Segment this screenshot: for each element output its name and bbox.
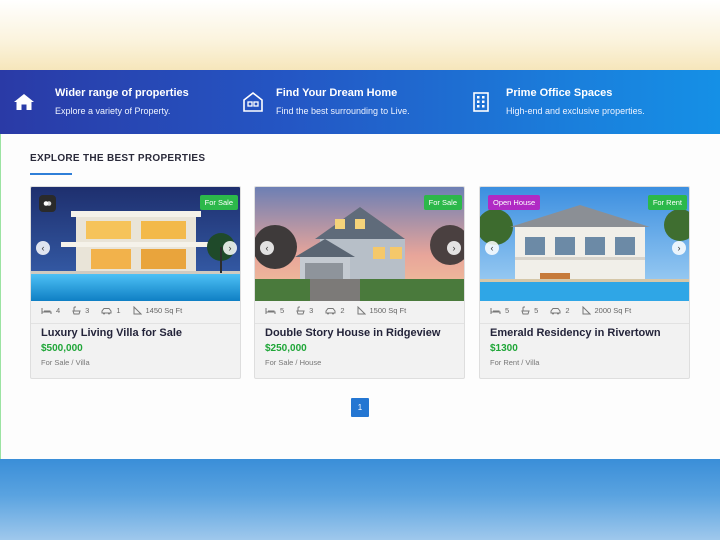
feature-title: Wider range of properties (55, 87, 189, 99)
gallery-icon[interactable] (39, 195, 56, 212)
beds: 5 (490, 306, 509, 315)
property-meta: 4 3 1 1450 Sq Ft (41, 306, 194, 315)
area-icon (357, 306, 366, 315)
property-title[interactable]: Double Story House in Ridgeview (265, 327, 440, 339)
pagination-page-1[interactable]: 1 (351, 398, 369, 417)
bath-icon (521, 306, 530, 315)
beds-count: 5 (280, 306, 285, 315)
baths: 3 (296, 306, 313, 315)
garages: 2 (325, 306, 345, 315)
next-arrow-icon[interactable]: › (447, 241, 461, 255)
feature-office-spaces: Prime Office Spaces High-end and exclusi… (468, 70, 645, 134)
properties-section: EXPLORE THE BEST PROPERTIES For Sale ‹ ›… (0, 134, 720, 459)
bottom-background (0, 459, 720, 540)
car-icon (550, 307, 561, 314)
area: 1500 Sq Ft (357, 306, 407, 315)
bath-icon (72, 306, 81, 315)
garages-count: 2 (565, 306, 570, 315)
bed-icon (490, 307, 501, 314)
property-photo[interactable]: For Sale ‹ › (255, 187, 464, 301)
property-card[interactable]: For Sale ‹ › 5 3 2 1500 Sq Ft Double Sto… (254, 186, 465, 379)
bed-icon (265, 307, 276, 314)
garages-count: 2 (340, 306, 345, 315)
property-category[interactable]: For Sale / Villa (41, 358, 90, 367)
baths-count: 3 (85, 306, 90, 315)
property-price: $250,000 (265, 343, 307, 354)
property-meta: 5 5 2 2000 Sq Ft (490, 306, 643, 315)
property-category[interactable]: For Rent / Villa (490, 358, 539, 367)
area: 1450 Sq Ft (133, 306, 183, 315)
car-icon (101, 307, 112, 314)
section-title: EXPLORE THE BEST PROPERTIES (30, 153, 206, 164)
car-icon (325, 307, 336, 314)
bed-icon (41, 307, 52, 314)
baths: 5 (521, 306, 538, 315)
title-underline (30, 173, 72, 175)
area-value: 1500 Sq Ft (369, 306, 407, 315)
feature-subtitle: High-end and exclusive properties. (506, 106, 645, 116)
next-arrow-icon[interactable]: › (672, 241, 686, 255)
features-banner: Wider range of properties Explore a vari… (0, 70, 720, 134)
status-badge: For Sale (199, 195, 238, 210)
property-title[interactable]: Emerald Residency in Rivertown (490, 327, 661, 339)
feature-title: Find Your Dream Home (276, 87, 398, 99)
status-badge: For Rent (647, 195, 687, 210)
office-building-icon (468, 89, 494, 115)
status-badge: For Sale (423, 195, 462, 210)
property-photo[interactable]: For Sale ‹ › (31, 187, 240, 301)
baths: 3 (72, 306, 89, 315)
prev-arrow-icon[interactable]: ‹ (260, 241, 274, 255)
top-background (0, 0, 720, 70)
garages: 2 (550, 306, 570, 315)
feature-wider-range: Wider range of properties Explore a vari… (11, 70, 189, 134)
area: 2000 Sq Ft (582, 306, 632, 315)
bath-icon (296, 306, 305, 315)
property-title[interactable]: Luxury Living Villa for Sale (41, 327, 182, 339)
area-value: 1450 Sq Ft (145, 306, 183, 315)
open-house-badge: Open House (488, 195, 541, 210)
divider (31, 323, 240, 324)
beds: 5 (265, 306, 284, 315)
divider (255, 323, 464, 324)
property-photo[interactable]: Open House For Rent ‹ › (480, 187, 689, 301)
property-category[interactable]: For Sale / House (265, 358, 321, 367)
prev-arrow-icon[interactable]: ‹ (36, 241, 50, 255)
area-icon (133, 306, 142, 315)
home-icon (11, 89, 37, 115)
area-value: 2000 Sq Ft (594, 306, 632, 315)
beds-count: 4 (56, 306, 61, 315)
garages-count: 1 (116, 306, 121, 315)
feature-subtitle: Explore a variety of Property. (55, 106, 171, 116)
property-meta: 5 3 2 1500 Sq Ft (265, 306, 418, 315)
garages: 1 (101, 306, 121, 315)
beds-count: 5 (505, 306, 510, 315)
divider (480, 323, 689, 324)
property-card[interactable]: For Sale ‹ › 4 3 1 1450 Sq Ft Luxury Liv… (30, 186, 241, 379)
property-price: $500,000 (41, 343, 83, 354)
baths-count: 5 (534, 306, 539, 315)
house-search-icon (240, 89, 266, 115)
property-card[interactable]: Open House For Rent ‹ › 5 5 2 2000 Sq Ft… (479, 186, 690, 379)
beds: 4 (41, 306, 60, 315)
prev-arrow-icon[interactable]: ‹ (485, 241, 499, 255)
feature-title: Prime Office Spaces (506, 87, 613, 99)
feature-dream-home: Find Your Dream Home Find the best surro… (240, 70, 410, 134)
property-price: $1300 (490, 343, 518, 354)
next-arrow-icon[interactable]: › (223, 241, 237, 255)
feature-subtitle: Find the best surrounding to Live. (276, 106, 410, 116)
area-icon (582, 306, 591, 315)
baths-count: 3 (309, 306, 314, 315)
